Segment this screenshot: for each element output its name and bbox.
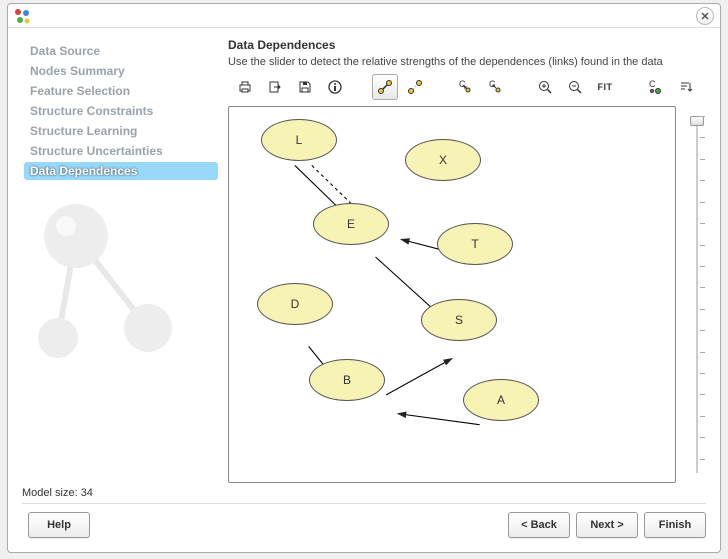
sidebar: Data Source Nodes Summary Feature Select… [8, 28, 218, 483]
node-label: D [291, 297, 300, 311]
strong-link-icon [377, 79, 393, 95]
close-icon [701, 12, 709, 20]
slider-thumb[interactable] [690, 116, 704, 126]
sidebar-item-label: Data Source [30, 44, 100, 58]
node-label: E [347, 217, 355, 231]
graph-node-e[interactable]: E [313, 203, 389, 245]
sidebar-item-data-source[interactable]: Data Source [24, 42, 218, 60]
footer-separator [22, 503, 706, 504]
connect-outgoing-icon: C [457, 79, 473, 95]
sidebar-item-label: Structure Learning [30, 124, 137, 138]
titlebar [8, 4, 720, 28]
close-button[interactable] [696, 7, 714, 25]
connect-out-button[interactable]: C [452, 74, 478, 100]
print-icon [237, 79, 253, 95]
sidebar-item-structure-learning[interactable]: Structure Learning [24, 122, 218, 140]
graph-node-a[interactable]: A [463, 379, 539, 421]
print-button[interactable] [232, 74, 258, 100]
page-title: Data Dependences [228, 38, 710, 52]
zoom-in-icon [537, 79, 553, 95]
page-subtitle: Use the slider to detect the relative st… [228, 56, 710, 68]
sidebar-item-label: Structure Constraints [30, 104, 153, 118]
help-button[interactable]: Help [28, 512, 90, 538]
sidebar-item-label: Data Dependences [30, 164, 137, 178]
graph-node-l[interactable]: L [261, 119, 337, 161]
export-icon [267, 79, 283, 95]
app-icon [14, 8, 30, 24]
graph-node-t[interactable]: T [437, 223, 513, 265]
node-label: S [455, 313, 463, 327]
fit-label: FIT [598, 82, 613, 92]
sidebar-background-graphic [28, 198, 208, 368]
back-button[interactable]: < Back [508, 512, 570, 538]
model-size-label: Model size: 34 [22, 487, 706, 499]
export-button[interactable] [262, 74, 288, 100]
graph-canvas[interactable]: L X E T D S B A [228, 106, 676, 483]
strong-link-button[interactable] [372, 74, 398, 100]
zoom-out-icon [567, 79, 583, 95]
sidebar-item-structure-constraints[interactable]: Structure Constraints [24, 102, 218, 120]
node-label: A [497, 393, 505, 407]
node-label: X [439, 153, 447, 167]
sidebar-item-label: Feature Selection [30, 84, 130, 98]
weak-link-icon [407, 79, 423, 95]
zoom-out-button[interactable] [562, 74, 588, 100]
graph-node-d[interactable]: D [257, 283, 333, 325]
scale-hierarchy-icon: C [647, 79, 663, 95]
node-label: T [471, 237, 478, 251]
sidebar-item-nodes-summary[interactable]: Nodes Summary [24, 62, 218, 80]
sidebar-item-data-dependences[interactable]: Data Dependences [24, 162, 218, 180]
node-label: L [296, 133, 303, 147]
graph-node-s[interactable]: S [421, 299, 497, 341]
svg-text:C: C [649, 79, 656, 89]
finish-button[interactable]: Finish [644, 512, 706, 538]
connect-incoming-icon: C [487, 79, 503, 95]
next-button[interactable]: Next > [576, 512, 638, 538]
slider-track [696, 116, 698, 473]
sort-icon [677, 79, 693, 95]
scale-hierarchy-button[interactable]: C [642, 74, 668, 100]
node-label: B [343, 373, 351, 387]
save-button[interactable] [292, 74, 318, 100]
zoom-in-button[interactable] [532, 74, 558, 100]
info-button[interactable] [322, 74, 348, 100]
graph-node-b[interactable]: B [309, 359, 385, 401]
connect-in-button[interactable]: C [482, 74, 508, 100]
info-icon [327, 79, 343, 95]
sidebar-item-label: Structure Uncertainties [30, 144, 163, 158]
strength-slider[interactable] [684, 106, 710, 483]
sidebar-item-structure-uncertainties[interactable]: Structure Uncertainties [24, 142, 218, 160]
weak-link-button[interactable] [402, 74, 428, 100]
sort-button[interactable] [672, 74, 698, 100]
sidebar-item-feature-selection[interactable]: Feature Selection [24, 82, 218, 100]
save-icon [297, 79, 313, 95]
fit-button[interactable]: FIT [592, 74, 618, 100]
sidebar-item-label: Nodes Summary [30, 64, 125, 78]
graph-node-x[interactable]: X [405, 139, 481, 181]
toolbar: C C FIT C [228, 74, 710, 100]
